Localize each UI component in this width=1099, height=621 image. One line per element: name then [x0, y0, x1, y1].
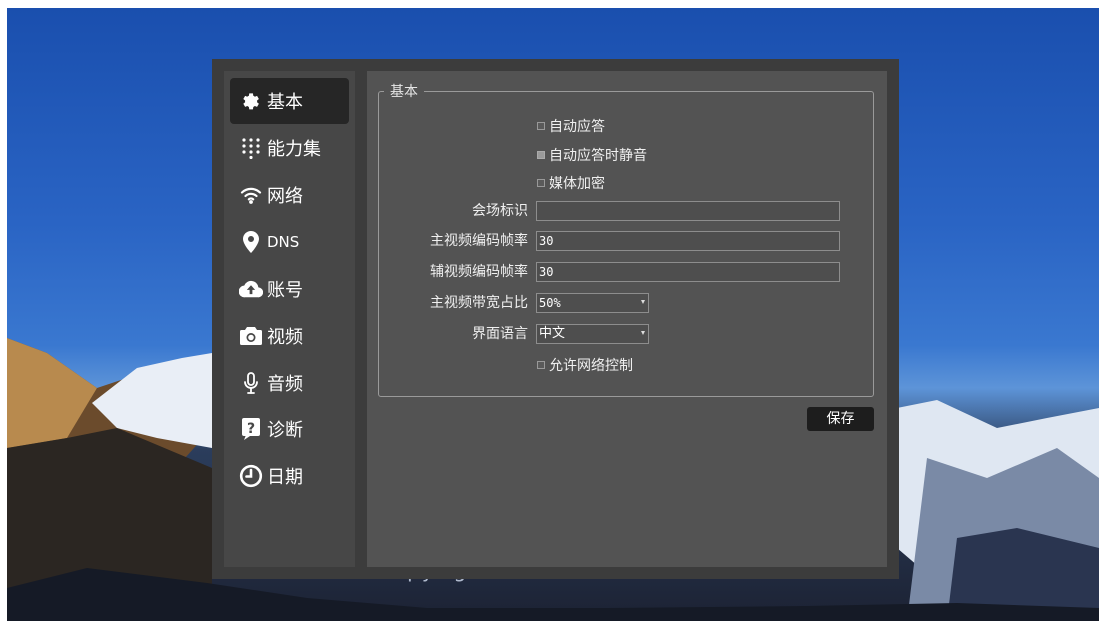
wifi-icon	[239, 183, 263, 207]
map-pin-icon	[239, 230, 263, 254]
sidebar-item-label: 视频	[267, 327, 303, 348]
select-value: 50%	[539, 296, 561, 310]
venue-id-label: 会场标识	[472, 203, 528, 219]
sidebar-item-capabilities[interactable]: 能力集	[230, 125, 349, 171]
sidebar-item-audio[interactable]: 音频	[230, 360, 349, 406]
checkbox-box[interactable]	[537, 361, 545, 369]
clock-icon	[239, 464, 263, 488]
main-video-fps-input[interactable]: 30	[536, 231, 840, 251]
chevron-down-icon	[641, 331, 645, 335]
checkbox-label: 允许网络控制	[549, 358, 633, 374]
microphone-icon	[239, 371, 263, 395]
sidebar-item-date[interactable]: 日期	[230, 453, 349, 499]
checkbox-box[interactable]	[537, 151, 545, 159]
sidebar-item-label: DNS	[267, 233, 300, 251]
checkbox-box[interactable]	[537, 122, 545, 130]
sidebar-item-label: 网络	[267, 186, 303, 207]
question-icon: ?	[239, 417, 263, 441]
auto-answer-checkbox[interactable]: 自动应答	[537, 117, 605, 135]
select-value: 中文	[539, 326, 566, 341]
checkbox-label: 媒体加密	[549, 176, 605, 192]
dots-grid-icon	[239, 136, 263, 160]
media-encrypt-checkbox[interactable]: 媒体加密	[537, 174, 605, 192]
venue-id-input[interactable]	[536, 201, 840, 221]
aux-video-fps-label: 辅视频编码帧率	[430, 264, 528, 280]
allow-network-control-checkbox[interactable]: 允许网络控制	[537, 356, 633, 374]
gear-icon	[239, 89, 263, 113]
main-video-fps-label: 主视频编码帧率	[430, 233, 528, 249]
checkbox-label: 自动应答时静音	[549, 148, 647, 164]
ui-language-select[interactable]: 中文	[536, 324, 649, 344]
section-title: 基本	[384, 84, 424, 100]
sidebar-item-label: 诊断	[267, 420, 303, 441]
sidebar-item-label: 日期	[267, 467, 303, 488]
chevron-down-icon	[641, 300, 645, 304]
checkbox-box[interactable]	[537, 179, 545, 187]
ui-language-label: 界面语言	[472, 326, 528, 342]
sidebar-item-label: 基本	[267, 92, 303, 113]
main-video-bw-ratio-select[interactable]: 50%	[536, 293, 649, 313]
cloud-upload-icon	[239, 277, 263, 301]
sidebar-item-label: 能力集	[267, 139, 321, 160]
checkbox-label: 自动应答	[549, 119, 605, 135]
save-button[interactable]: 保存	[807, 407, 874, 431]
aux-video-fps-input[interactable]: 30	[536, 262, 840, 282]
auto-answer-mute-checkbox[interactable]: 自动应答时静音	[537, 146, 647, 164]
sidebar-item-basic[interactable]: 基本	[230, 78, 349, 124]
sidebar-item-diagnosis[interactable]: ? 诊断	[230, 406, 349, 452]
svg-text:?: ?	[247, 421, 255, 437]
camera-icon	[239, 324, 263, 348]
sidebar-item-label: 账号	[267, 280, 303, 301]
main-video-bw-ratio-label: 主视频带宽占比	[430, 295, 528, 311]
sidebar-item-label: 音频	[267, 374, 303, 395]
